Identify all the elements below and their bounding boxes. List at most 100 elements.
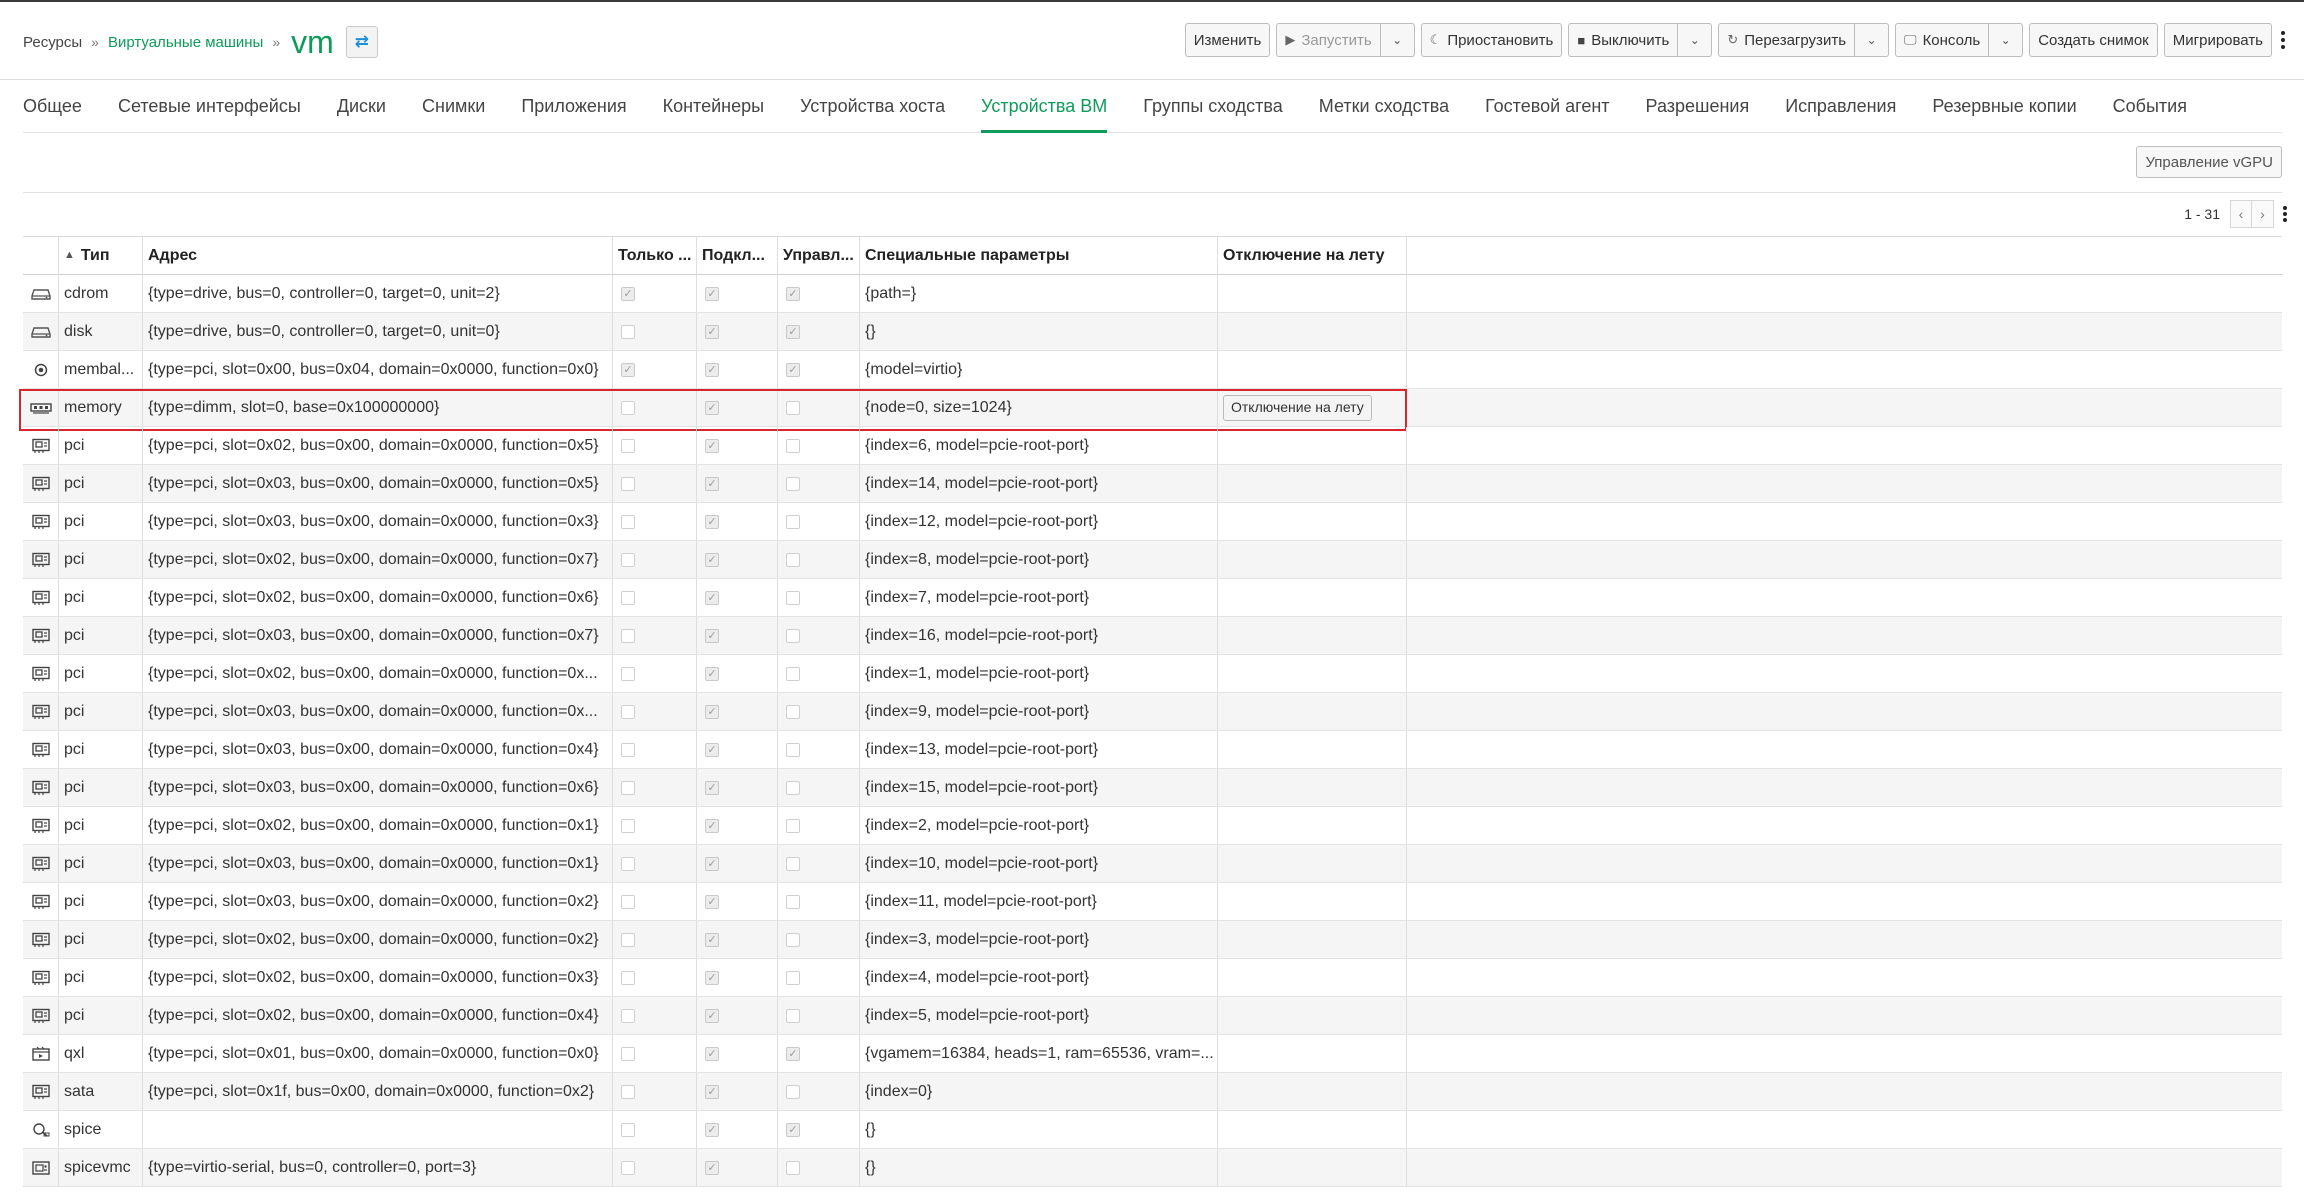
row-special-params: {model=virtio}	[860, 351, 1218, 388]
table-row[interactable]: pci {type=pci, slot=0x03, bus=0x00, domai…	[23, 465, 2282, 503]
row-managed	[778, 1073, 860, 1110]
readonly-checkbox-checked: ✓	[621, 286, 635, 301]
row-type: pci	[59, 655, 143, 692]
tab-guest-agent[interactable]: Гостевой агент	[1485, 80, 1609, 133]
row-icon-cell	[23, 807, 59, 844]
console-split: 🖵 Консоль ⌄	[1895, 23, 2024, 57]
hot-unplug-button[interactable]: Отключение на лету	[1223, 394, 1372, 421]
migrate-button[interactable]: Мигрировать	[2163, 23, 2272, 57]
prev-page-chevron-left-icon[interactable]: ‹	[2230, 200, 2252, 228]
plugged-checkbox-checked: ✓	[705, 970, 719, 985]
console-dropdown-chevron-icon[interactable]: ⌄	[1989, 23, 2024, 57]
col-header-managed[interactable]: Управл...	[778, 237, 860, 275]
row-readonly: ✓	[613, 351, 697, 388]
table-row[interactable]: pci {type=pci, slot=0x03, bus=0x00, domai…	[23, 769, 2282, 807]
row-plugged: ✓	[697, 275, 778, 312]
table-row[interactable]: pci {type=pci, slot=0x02, bus=0x00, domai…	[23, 541, 2282, 579]
reboot-button[interactable]: ↻ Перезагрузить	[1718, 23, 1856, 57]
row-filler	[1407, 693, 2282, 730]
shutdown-button[interactable]: ■ Выключить	[1568, 23, 1679, 57]
create-snapshot-button[interactable]: Создать снимок	[2029, 23, 2158, 57]
readonly-checkbox-unchecked	[621, 932, 635, 947]
table-row[interactable]: pci {type=pci, slot=0x02, bus=0x00, domai…	[23, 807, 2282, 845]
tab-disks[interactable]: Диски	[337, 80, 386, 133]
table-row[interactable]: qxl {type=pci, slot=0x01, bus=0x00, domai…	[23, 1035, 2282, 1073]
start-dropdown-chevron-icon[interactable]: ⌄	[1380, 23, 1415, 57]
table-row[interactable]: pci {type=pci, slot=0x03, bus=0x00, domai…	[23, 731, 2282, 769]
reboot-dropdown-chevron-icon[interactable]: ⌄	[1855, 23, 1890, 57]
console-button[interactable]: 🖵 Консоль	[1895, 23, 1990, 57]
plugged-checkbox-checked: ✓	[705, 1008, 719, 1023]
tab-host-devices[interactable]: Устройства хоста	[800, 80, 945, 133]
row-type: pci	[59, 541, 143, 578]
row-special-params: {}	[860, 313, 1218, 350]
edit-button[interactable]: Изменить	[1184, 23, 1271, 57]
tab-permissions[interactable]: Разрешения	[1646, 80, 1750, 133]
tab-errata[interactable]: Исправления	[1785, 80, 1896, 133]
tab-backups[interactable]: Резервные копии	[1932, 80, 2076, 133]
row-readonly	[613, 427, 697, 464]
table-row[interactable]: pci {type=pci, slot=0x03, bus=0x00, domai…	[23, 845, 2282, 883]
table-row[interactable]: pci {type=pci, slot=0x03, bus=0x00, domai…	[23, 503, 2282, 541]
table-row[interactable]: pci {type=pci, slot=0x03, bus=0x00, domai…	[23, 617, 2282, 655]
row-readonly	[613, 731, 697, 768]
managed-checkbox-unchecked	[786, 742, 800, 757]
table-row[interactable]: memory {type=dimm, slot=0, base=0x1000000…	[19, 389, 2282, 431]
row-type: pci	[59, 503, 143, 540]
manage-vgpu-button[interactable]: Управление vGPU	[2136, 146, 2282, 178]
table-row[interactable]: pci {type=pci, slot=0x02, bus=0x00, domai…	[23, 997, 2282, 1035]
table-row[interactable]: disk {type=drive, bus=0, controller=0, ta…	[23, 313, 2282, 351]
row-hot-unplug	[1218, 769, 1407, 806]
shutdown-dropdown-chevron-icon[interactable]: ⌄	[1678, 23, 1713, 57]
tab-snapshots[interactable]: Снимки	[422, 80, 485, 133]
table-row[interactable]: pci {type=pci, slot=0x02, bus=0x00, domai…	[23, 959, 2282, 997]
row-icon-cell	[23, 1073, 59, 1110]
table-row[interactable]: pci {type=pci, slot=0x02, bus=0x00, domai…	[23, 655, 2282, 693]
row-special-params: {index=5, model=pcie-root-port}	[860, 997, 1218, 1034]
tab-applications[interactable]: Приложения	[521, 80, 626, 133]
start-button[interactable]: ▶ Запустить	[1276, 23, 1381, 57]
row-type: cdrom	[59, 275, 143, 312]
col-header-hot-unplug[interactable]: Отключение на лету	[1218, 237, 1407, 275]
breadcrumb-separator-icon: »	[272, 34, 281, 50]
row-plugged: ✓	[697, 541, 778, 578]
col-header-special-params[interactable]: Специальные параметры	[860, 237, 1218, 275]
tab-events[interactable]: События	[2113, 80, 2187, 133]
more-actions-kebab-icon[interactable]	[2276, 23, 2290, 57]
table-row[interactable]: pci {type=pci, slot=0x02, bus=0x00, domai…	[23, 921, 2282, 959]
col-header-readonly[interactable]: Только ...	[613, 237, 697, 275]
row-filler	[1407, 389, 2282, 426]
tab-affinity-labels[interactable]: Метки сходства	[1319, 80, 1449, 133]
row-special-params: {index=13, model=pcie-root-port}	[860, 731, 1218, 768]
switch-vm-button[interactable]: ⇄	[345, 26, 378, 58]
breadcrumb-vms-link[interactable]: Виртуальные машины	[108, 34, 263, 51]
tab-affinity-groups[interactable]: Группы сходства	[1143, 80, 1283, 133]
row-special-params: {index=0}	[860, 1073, 1218, 1110]
col-header-type[interactable]: ▲ Тип	[59, 237, 143, 275]
column-settings-kebab-icon[interactable]	[2280, 200, 2290, 228]
table-row[interactable]: membal... {type=pci, slot=0x00, bus=0x04,…	[23, 351, 2282, 389]
table-row[interactable]: pci {type=pci, slot=0x03, bus=0x00, domai…	[23, 883, 2282, 921]
tab-general[interactable]: Общее	[23, 80, 82, 133]
row-readonly	[613, 769, 697, 806]
table-row[interactable]: cdrom {type=drive, bus=0, controller=0, t…	[23, 275, 2282, 313]
row-readonly	[613, 503, 697, 540]
col-header-address[interactable]: Адрес	[143, 237, 613, 275]
table-row[interactable]: pci {type=pci, slot=0x02, bus=0x00, domai…	[23, 579, 2282, 617]
play-icon: ▶	[1285, 32, 1296, 47]
page-title: vm	[291, 24, 334, 60]
tab-network-interfaces[interactable]: Сетевые интерфейсы	[118, 80, 301, 133]
tab-containers[interactable]: Контейнеры	[663, 80, 764, 133]
row-hot-unplug	[1218, 807, 1407, 844]
row-filler	[1407, 617, 2282, 654]
table-row[interactable]: sata {type=pci, slot=0x1f, bus=0x00, doma…	[23, 1073, 2282, 1111]
table-row[interactable]: spice ✓ ✓ {}	[23, 1111, 2282, 1149]
col-header-plugged[interactable]: Подкл...	[697, 237, 778, 275]
table-row[interactable]: pci {type=pci, slot=0x02, bus=0x00, domai…	[23, 427, 2282, 465]
tab-vm-devices[interactable]: Устройства ВМ	[981, 80, 1108, 133]
next-page-chevron-right-icon[interactable]: ›	[2252, 200, 2274, 228]
row-address: {type=virtio-serial, bus=0, controller=0…	[143, 1149, 613, 1186]
table-row[interactable]: spicevmc {type=virtio-serial, bus=0, cont…	[23, 1149, 2282, 1187]
table-row[interactable]: pci {type=pci, slot=0x03, bus=0x00, domai…	[23, 693, 2282, 731]
pause-button[interactable]: ☾ Приостановить	[1420, 23, 1563, 57]
